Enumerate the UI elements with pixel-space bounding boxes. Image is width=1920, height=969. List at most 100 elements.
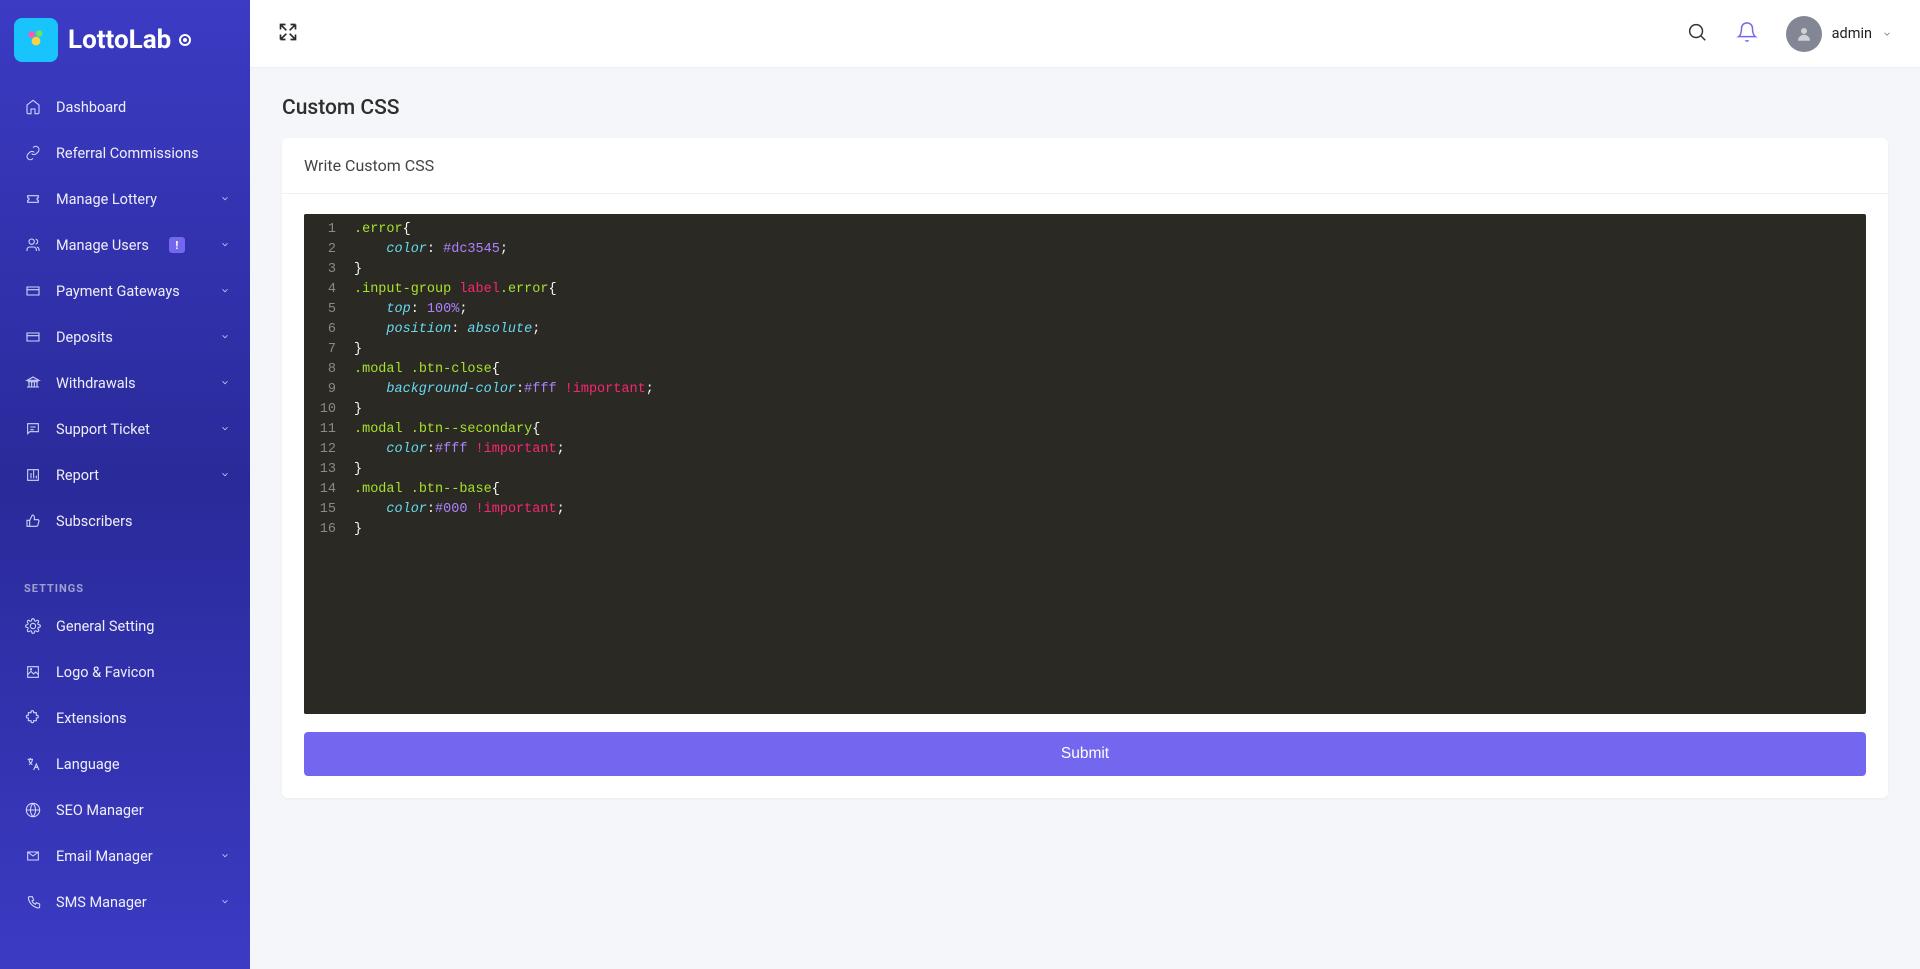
- sidebar-item-seo-manager[interactable]: SEO Manager: [0, 787, 250, 833]
- sidebar-menu-settings: General Setting Logo & Favicon Extensions L…: [0, 603, 250, 945]
- code-line[interactable]: }: [354, 520, 1856, 540]
- sidebar-item-deposits[interactable]: Deposits: [0, 314, 250, 360]
- sidebar-menu-main: Dashboard Referral Commissions Manage Lott…: [0, 84, 250, 564]
- sidebar-item-label: Subscribers: [56, 513, 133, 530]
- chevron-down-icon: [220, 421, 230, 438]
- user-menu[interactable]: admin: [1786, 16, 1892, 52]
- code-line[interactable]: .modal .btn--base{: [354, 480, 1856, 500]
- sidebar-item-label: Withdrawals: [56, 375, 136, 392]
- code-line[interactable]: color: #dc3545;: [354, 240, 1856, 260]
- sidebar-item-referral-commissions[interactable]: Referral Commissions: [0, 130, 250, 176]
- sidebar-item-general-setting[interactable]: General Setting: [0, 603, 250, 649]
- brand-logo[interactable]: LottoLab: [0, 0, 250, 84]
- chevron-down-icon: [220, 894, 230, 911]
- submit-button[interactable]: Submit: [304, 732, 1866, 776]
- code-line[interactable]: .modal .btn--secondary{: [354, 420, 1856, 440]
- editor-gutter: 12345678910111213141516: [304, 214, 344, 714]
- sidebar-item-manage-lottery[interactable]: Manage Lottery: [0, 176, 250, 222]
- image-icon: [24, 663, 42, 681]
- sidebar-item-label: Logo & Favicon: [56, 664, 155, 681]
- chevron-down-icon: [220, 375, 230, 392]
- sidebar-item-label: Manage Lottery: [56, 191, 157, 208]
- report-icon: [24, 466, 42, 484]
- sidebar-item-manage-users[interactable]: Manage Users!: [0, 222, 250, 268]
- sidebar-item-email-manager[interactable]: Email Manager: [0, 833, 250, 879]
- sidebar-item-withdrawals[interactable]: Withdrawals: [0, 360, 250, 406]
- sidebar-item-label: Support Ticket: [56, 421, 150, 438]
- sidebar-item-language[interactable]: Language: [0, 741, 250, 787]
- page-title: Custom CSS: [282, 96, 1888, 120]
- brand-dot-icon: [179, 34, 191, 46]
- code-line[interactable]: .error{: [354, 220, 1856, 240]
- code-line[interactable]: }: [354, 340, 1856, 360]
- brand-logo-icon: [14, 18, 58, 62]
- sidebar-item-extensions[interactable]: Extensions: [0, 695, 250, 741]
- code-line[interactable]: color:#fff !important;: [354, 440, 1856, 460]
- code-line[interactable]: background-color:#fff !important;: [354, 380, 1856, 400]
- sidebar-item-label: Language: [56, 756, 120, 773]
- sidebar: LottoLab Dashboard Referral Commissions Ma…: [0, 0, 250, 969]
- code-line[interactable]: .modal .btn-close{: [354, 360, 1856, 380]
- sidebar-item-label: Payment Gateways: [56, 283, 180, 300]
- code-line[interactable]: }: [354, 400, 1856, 420]
- ticket-icon: [24, 190, 42, 208]
- chevron-down-icon: [220, 237, 230, 254]
- user-name: admin: [1832, 25, 1872, 42]
- globe-icon: [24, 801, 42, 819]
- sidebar-item-logo-favicon[interactable]: Logo & Favicon: [0, 649, 250, 695]
- chevron-down-icon: [220, 329, 230, 346]
- card-icon: [24, 328, 42, 346]
- css-editor[interactable]: 12345678910111213141516 .error{ color: #…: [304, 214, 1866, 714]
- sidebar-item-support-ticket[interactable]: Support Ticket: [0, 406, 250, 452]
- brand-name: LottoLab: [68, 25, 191, 55]
- phone-icon: [24, 893, 42, 911]
- users-icon: [24, 236, 42, 254]
- sidebar-item-label: Manage Users: [56, 237, 149, 254]
- sidebar-item-label: Dashboard: [56, 99, 126, 116]
- mail-icon: [24, 847, 42, 865]
- code-line[interactable]: color:#000 !important;: [354, 500, 1856, 520]
- sidebar-toggle-icon[interactable]: [278, 22, 298, 46]
- topbar: admin: [250, 0, 1920, 68]
- notifications-icon[interactable]: [1736, 21, 1758, 47]
- puzzle-icon: [24, 709, 42, 727]
- sidebar-item-subscribers[interactable]: Subscribers: [0, 498, 250, 544]
- chevron-down-icon: [220, 848, 230, 865]
- sidebar-item-label: General Setting: [56, 618, 154, 635]
- main-content: Custom CSS Write Custom CSS 123456789101…: [250, 0, 1920, 798]
- sidebar-item-label: Referral Commissions: [56, 145, 199, 162]
- sidebar-item-label: Report: [56, 467, 99, 484]
- sidebar-item-dashboard[interactable]: Dashboard: [0, 84, 250, 130]
- card-icon: [24, 282, 42, 300]
- search-icon[interactable]: [1686, 21, 1708, 47]
- sidebar-item-payment-gateways[interactable]: Payment Gateways: [0, 268, 250, 314]
- code-line[interactable]: position: absolute;: [354, 320, 1856, 340]
- sidebar-item-label: Email Manager: [56, 848, 153, 865]
- chevron-down-icon: [220, 467, 230, 484]
- custom-css-card: Write Custom CSS 12345678910111213141516…: [282, 138, 1888, 798]
- chevron-down-icon: [1882, 24, 1892, 43]
- link-icon: [24, 144, 42, 162]
- lang-icon: [24, 755, 42, 773]
- inbox-icon: [24, 420, 42, 438]
- code-line[interactable]: .input-group label.error{: [354, 280, 1856, 300]
- code-line[interactable]: top: 100%;: [354, 300, 1856, 320]
- thumb-icon: [24, 512, 42, 530]
- avatar: [1786, 16, 1822, 52]
- sidebar-item-label: SEO Manager: [56, 802, 144, 819]
- gear-icon: [24, 617, 42, 635]
- chevron-down-icon: [220, 283, 230, 300]
- sidebar-item-label: Extensions: [56, 710, 127, 727]
- sidebar-item-report[interactable]: Report: [0, 452, 250, 498]
- sidebar-item-sms-manager[interactable]: SMS Manager: [0, 879, 250, 925]
- page-header: Custom CSS: [250, 68, 1920, 138]
- sidebar-badge: !: [169, 237, 185, 253]
- card-title: Write Custom CSS: [282, 138, 1888, 194]
- code-line[interactable]: }: [354, 460, 1856, 480]
- editor-code[interactable]: .error{ color: #dc3545;}.input-group lab…: [344, 214, 1866, 714]
- home-icon: [24, 98, 42, 116]
- chevron-down-icon: [220, 191, 230, 208]
- bank-icon: [24, 374, 42, 392]
- sidebar-item-label: Deposits: [56, 329, 113, 346]
- code-line[interactable]: }: [354, 260, 1856, 280]
